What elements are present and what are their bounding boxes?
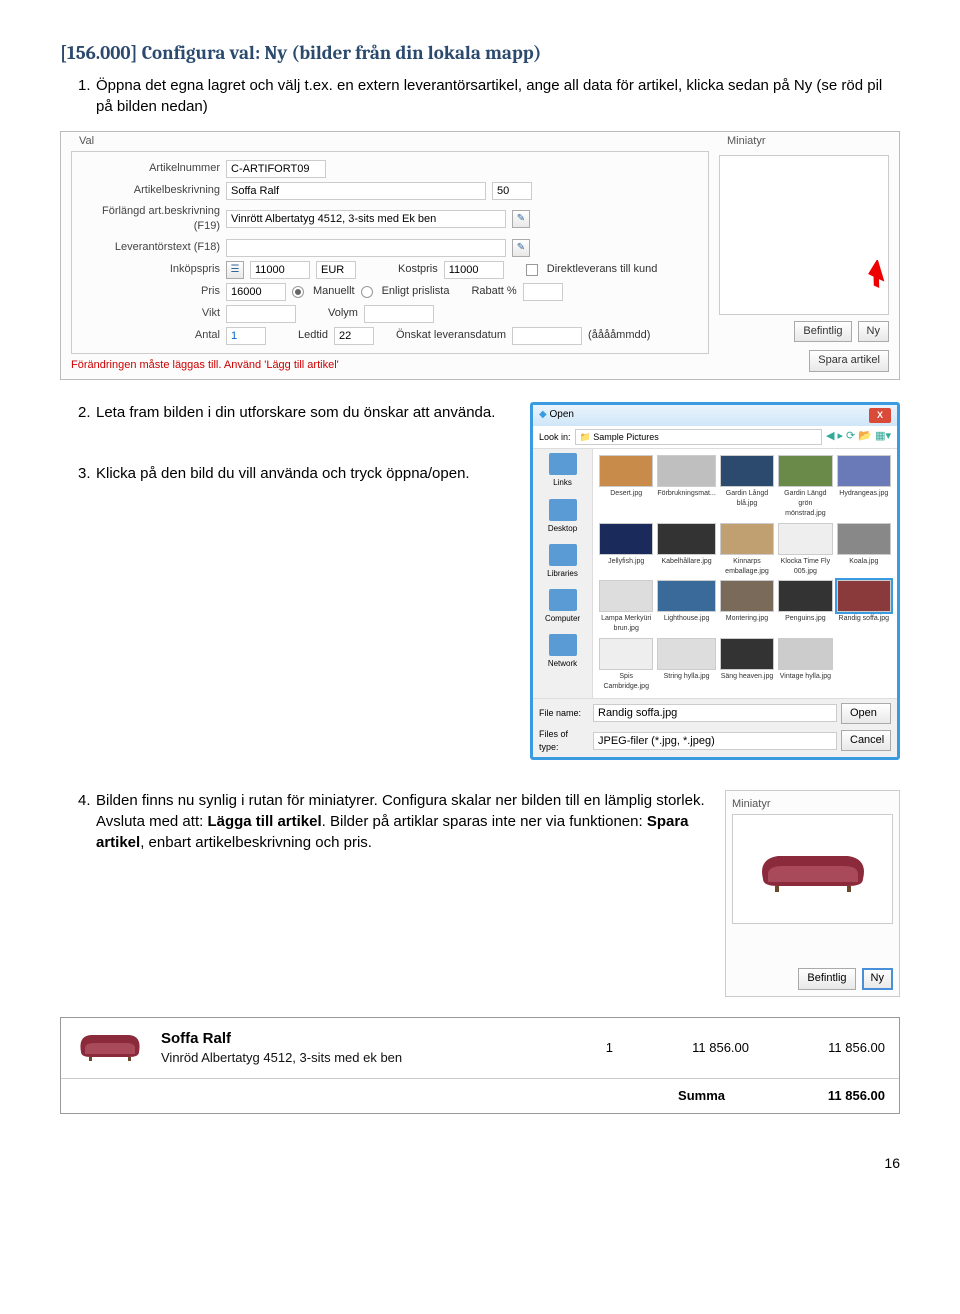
side-desktop[interactable]: Desktop	[535, 499, 590, 534]
edit-lev-button[interactable]: ✎	[512, 239, 530, 257]
currency-input[interactable]	[316, 261, 356, 279]
thumb-item[interactable]: Klocka Time Fly 005.jpg	[778, 523, 832, 577]
thumb-item[interactable]: Gardin Långd blå.jpg	[720, 455, 774, 518]
thumb-item[interactable]: Kinnarps emballage.jpg	[720, 523, 774, 577]
thumb-item[interactable]: Jellyfish.jpg	[599, 523, 653, 577]
volym-input[interactable]	[364, 305, 434, 323]
forlangd-beskrivning-input[interactable]	[226, 210, 506, 228]
spara-artikel-button[interactable]: Spara artikel	[809, 350, 889, 371]
thumb-item[interactable]: Lampa Merkyüri brun.jpg	[599, 580, 653, 634]
thumb-item[interactable]: Kabelhållare.jpg	[657, 523, 715, 577]
cancel-button[interactable]: Cancel	[841, 730, 891, 751]
row-desc: Vinröd Albertatyg 4512, 3-sits med ek be…	[161, 1049, 537, 1067]
side-network[interactable]: Network	[535, 634, 590, 669]
screenshot-val-form: Val Artikelnummer Artikelbeskrivning För…	[60, 131, 900, 381]
thumb-item[interactable]: Randig soffa.jpg	[837, 580, 891, 634]
side-libraries[interactable]: Libraries	[535, 544, 590, 579]
screenshot-open-dialog: ◆ Open X Look in: 📁 Sample Pictures ◀ ▸ …	[530, 402, 900, 760]
red-arrow-annotation	[867, 260, 897, 290]
side-links[interactable]: Links	[535, 453, 590, 488]
enligt-prislista-radio[interactable]	[361, 286, 373, 298]
artikelnummer-input[interactable]	[226, 160, 326, 178]
thumb-item[interactable]: Koala.jpg	[837, 523, 891, 577]
close-icon[interactable]: X	[869, 408, 891, 423]
befintlig-button-2[interactable]: Befintlig	[798, 968, 855, 989]
thumb-item[interactable]: Montering.jpg	[720, 580, 774, 634]
sofa-image	[753, 844, 873, 894]
paragraph-3: 3.Klicka på den bild du vill använda och…	[96, 463, 512, 484]
inkopspris-input[interactable]	[250, 261, 310, 279]
row-name: Soffa Ralf	[161, 1028, 537, 1049]
thumb-item[interactable]: Penguins.jpg	[778, 580, 832, 634]
manuellt-radio[interactable]	[292, 286, 304, 298]
artikelbeskrivning-num-input[interactable]	[492, 182, 532, 200]
thumb-item[interactable]: Säng heaven.jpg	[720, 638, 774, 692]
direktleverans-checkbox[interactable]	[526, 264, 538, 276]
thumb-item[interactable]: Hydrangeas.jpg	[837, 455, 891, 518]
paragraph-2: 2.Leta fram bilden i din utforskare som …	[96, 402, 512, 423]
filename-input[interactable]	[593, 704, 837, 722]
filetype-select[interactable]	[593, 732, 837, 750]
ny-button[interactable]: Ny	[858, 321, 889, 342]
page-heading: [156.000] Configura val: Ny (bilder från…	[60, 40, 900, 67]
thumb-item[interactable]: Spis Cambridge.jpg	[599, 638, 653, 692]
kostpris-input[interactable]	[444, 261, 504, 279]
lookin-select[interactable]: 📁 Sample Pictures	[575, 429, 822, 446]
paragraph-1: 1.Öppna det egna lagret och välj t.ex. e…	[96, 75, 900, 117]
thumb-item[interactable]: Vintage hylla.jpg	[778, 638, 832, 692]
ledtid-input[interactable]	[334, 327, 374, 345]
warning-text: Förändringen måste läggas till. Använd '…	[71, 358, 709, 373]
open-button[interactable]: Open	[841, 703, 891, 724]
thumb-item[interactable]: String hylla.jpg	[657, 638, 715, 692]
side-computer[interactable]: Computer	[535, 589, 590, 624]
thumb-item[interactable]: Gardin Längd grön mönstrad.jpg	[778, 455, 832, 518]
screenshot-miniatyr-preview: Miniatyr Befintlig Ny	[725, 790, 900, 997]
price-lookup-button[interactable]: ☰	[226, 261, 244, 279]
vikt-input[interactable]	[226, 305, 296, 323]
befintlig-button[interactable]: Befintlig	[794, 321, 851, 342]
thumb-item[interactable]: Förbrukningsmat...	[657, 455, 715, 518]
leveransdatum-input[interactable]	[512, 327, 582, 345]
paragraph-4: 4.Bilden finns nu synlig i rutan för min…	[96, 790, 707, 853]
row-qty: 1	[553, 1039, 613, 1057]
sofa-thumb-image	[75, 1028, 145, 1063]
row-price: 11 856.00	[629, 1039, 749, 1057]
leverantorstext-input[interactable]	[226, 239, 506, 257]
rabatt-input[interactable]	[523, 283, 563, 301]
screenshot-order-row: Soffa Ralf Vinröd Albertatyg 4512, 3-sit…	[60, 1017, 900, 1114]
row-total: 11 856.00	[765, 1039, 885, 1057]
antal-input[interactable]	[226, 327, 266, 345]
thumb-item[interactable]: Desert.jpg	[599, 455, 653, 518]
ny-button-2[interactable]: Ny	[862, 968, 893, 989]
table-row: Soffa Ralf Vinröd Albertatyg 4512, 3-sit…	[61, 1018, 899, 1078]
artikelbeskrivning-input[interactable]	[226, 182, 486, 200]
thumb-item[interactable]: Lighthouse.jpg	[657, 580, 715, 634]
sum-value: 11 856.00	[765, 1087, 885, 1105]
page-number: 16	[60, 1154, 900, 1174]
pris-input[interactable]	[226, 283, 286, 301]
edit-forl-button[interactable]: ✎	[512, 210, 530, 228]
sum-label: Summa	[678, 1087, 725, 1105]
